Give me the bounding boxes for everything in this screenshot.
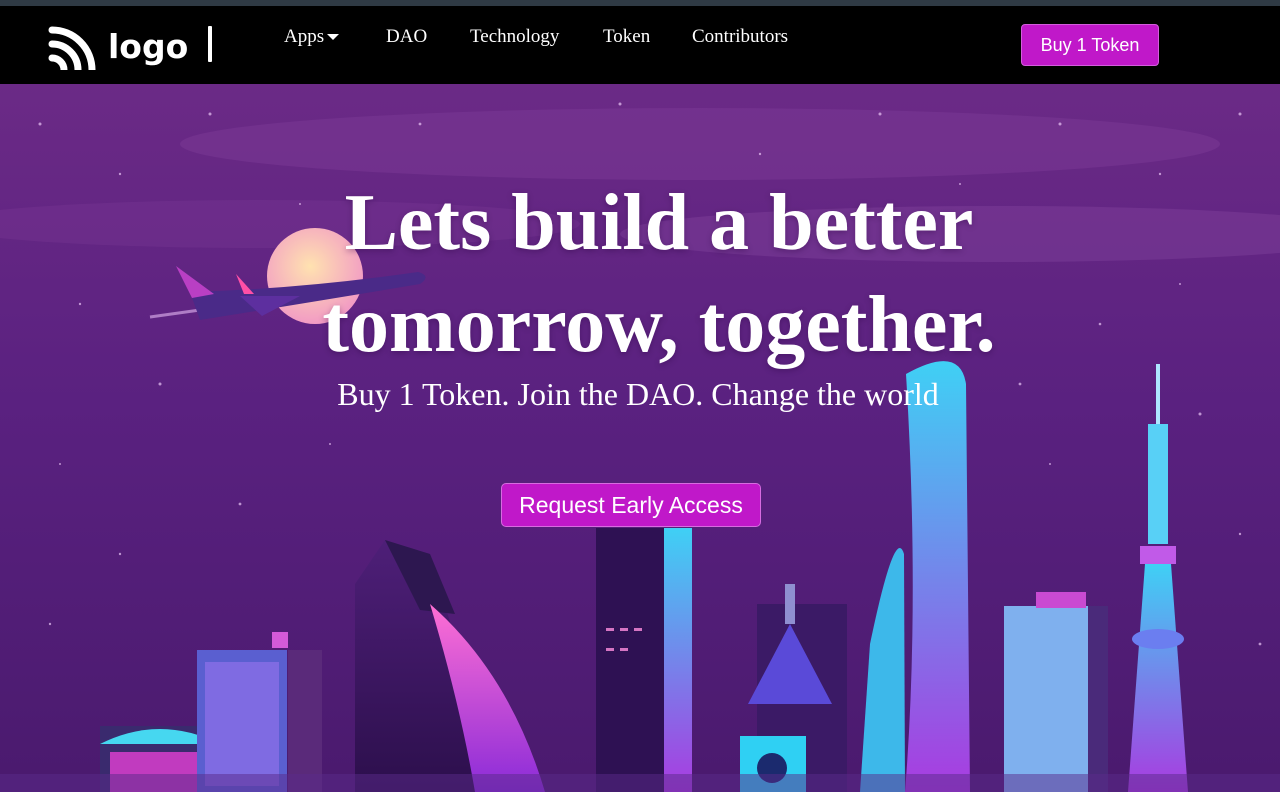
buy-token-button[interactable]: Buy 1 Token	[1021, 24, 1159, 66]
caret-down-icon	[327, 34, 340, 40]
nav-item-dao[interactable]: DAO	[386, 26, 470, 48]
hero-subtitle: Buy 1 Token. Join the DAO. Change the wo…	[337, 376, 939, 412]
hero-section: Lets build a better tomorrow, together. …	[0, 84, 1280, 792]
nav-item-apps[interactable]: Apps	[284, 26, 386, 48]
nav-item-technology[interactable]: Technology	[470, 26, 603, 48]
logo-text: logo	[108, 26, 189, 66]
nav-item-apps-label: Apps	[284, 26, 325, 47]
hero-title-line-1: Lets build a better	[344, 179, 974, 267]
nav-item-token[interactable]: Token	[603, 26, 692, 48]
wifi-signal-icon	[48, 24, 96, 70]
request-early-access-button[interactable]: Request Early Access	[501, 483, 761, 527]
hero-title: Lets build a better tomorrow, together.	[0, 172, 1280, 376]
logo-divider	[208, 26, 212, 62]
main-nav: Apps DAO Technology Token Contributors	[284, 26, 788, 48]
nav-item-contributors[interactable]: Contributors	[692, 26, 788, 48]
navbar: logo Apps DAO Technology Token Contribut…	[0, 6, 1280, 84]
hero-title-line-2: tomorrow, together.	[322, 281, 996, 369]
logo[interactable]: logo	[48, 24, 188, 70]
